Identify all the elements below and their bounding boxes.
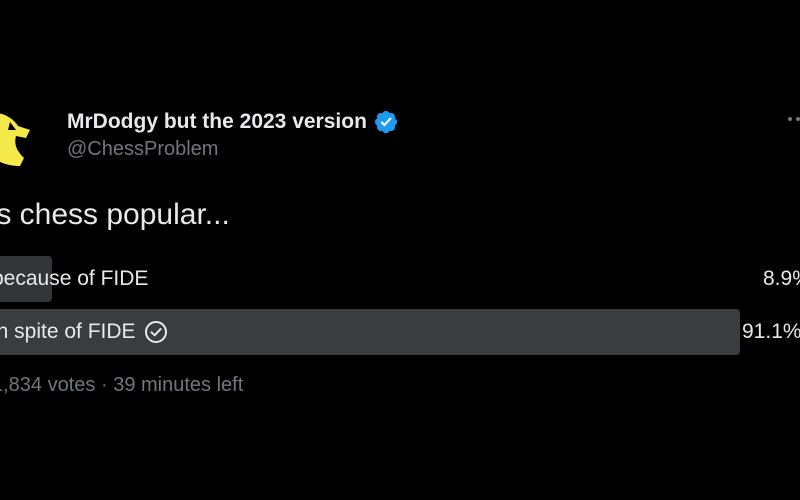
poll-option-label: because of FIDE xyxy=(0,256,148,302)
tweet-card: MrDodgy but the 2023 version @ChessProbl… xyxy=(0,0,800,500)
author-avatar[interactable] xyxy=(0,100,36,176)
more-horizontal-icon[interactable] xyxy=(782,108,800,130)
poll-option-percent: 91.1% xyxy=(742,320,800,343)
poll-option-text: in spite of FIDE xyxy=(0,320,136,343)
tweet-text: Is chess popular... xyxy=(0,198,230,231)
author-handle[interactable]: @ChessProblem xyxy=(67,138,218,161)
author-name-row[interactable]: MrDodgy but the 2023 version xyxy=(67,108,399,136)
poll-time-left: 39 minutes left xyxy=(113,374,244,396)
poll-meta-separator: · xyxy=(100,374,108,396)
poll-option-percent: 8.9% xyxy=(763,267,800,290)
check-circle-icon xyxy=(144,320,168,344)
verified-badge-icon[interactable] xyxy=(373,109,399,135)
poll-option: because of FIDE 8.9% xyxy=(0,256,800,302)
poll-meta: 1,834 votes · 39 minutes left xyxy=(0,374,243,397)
poll-option-winner: in spite of FIDE 91.1% xyxy=(0,309,800,355)
chess-knight-avatar-icon xyxy=(0,100,36,176)
poll-option-text: because of FIDE xyxy=(0,267,149,290)
poll-votes: 1,834 votes xyxy=(0,374,96,396)
author-display-name[interactable]: MrDodgy but the 2023 version xyxy=(67,110,367,134)
poll-option-label: in spite of FIDE xyxy=(0,309,168,355)
